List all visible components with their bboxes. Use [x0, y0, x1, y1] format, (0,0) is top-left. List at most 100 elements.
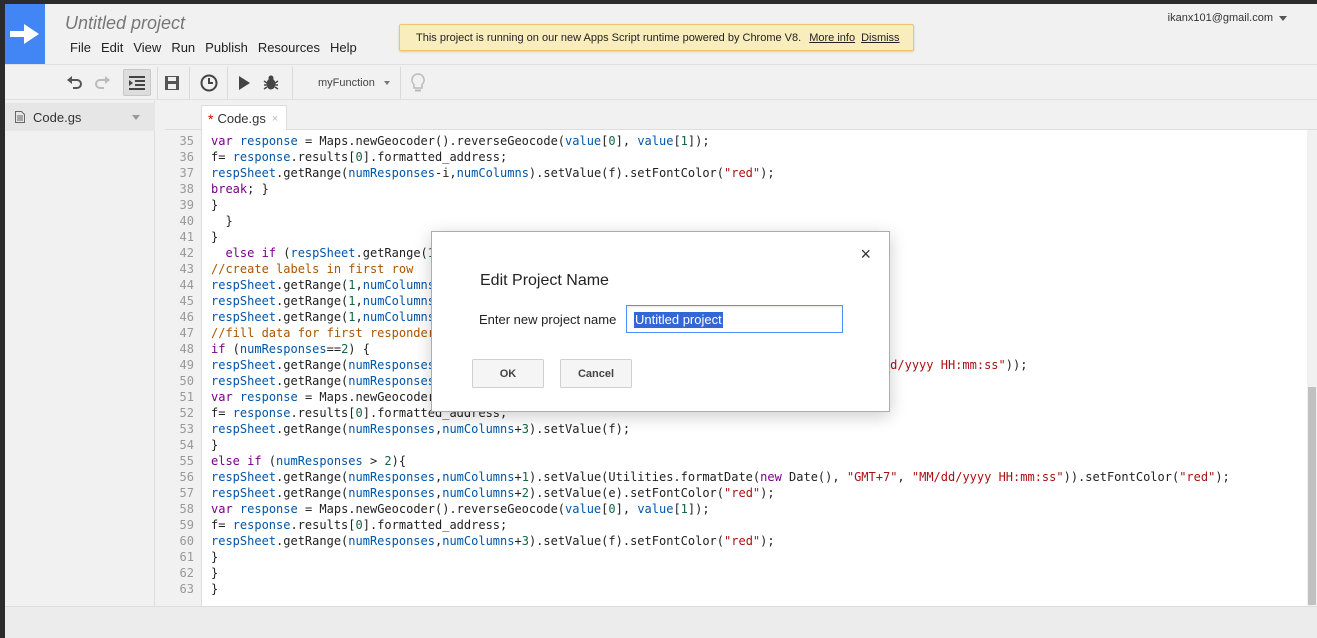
- undo-icon: [67, 75, 82, 89]
- line-number: 46: [179, 310, 194, 324]
- undo-button[interactable]: [63, 69, 87, 96]
- indent-icon: [129, 75, 145, 90]
- clock-icon: [200, 74, 218, 91]
- file-sidebar: Code.gs: [5, 101, 155, 606]
- debug-button[interactable]: [260, 69, 282, 96]
- code-line[interactable]: 61}: [165, 549, 1305, 565]
- status-bar: [5, 606, 1317, 638]
- close-icon[interactable]: ×: [860, 244, 871, 264]
- line-number: 35: [179, 134, 194, 148]
- code-line[interactable]: 39}: [165, 197, 1305, 213]
- code-text: //fill data for first responder: [211, 326, 435, 340]
- apps-script-logo[interactable]: [5, 4, 45, 64]
- code-text: }: [211, 214, 233, 228]
- code-text: if (numResponses==2) {: [211, 342, 370, 356]
- document-icon: [15, 111, 25, 123]
- project-name-input[interactable]: [626, 305, 843, 333]
- line-number: 40: [179, 214, 194, 228]
- function-select[interactable]: myFunction: [298, 69, 396, 96]
- line-number: 37: [179, 166, 194, 180]
- line-number: 36: [179, 150, 194, 164]
- menu-edit[interactable]: Edit: [96, 40, 128, 55]
- code-text: }: [211, 438, 219, 452]
- code-line[interactable]: 62}: [165, 565, 1305, 581]
- toolbar-separator: [189, 67, 190, 99]
- edit-project-name-dialog: × Edit Project Name Enter new project na…: [431, 231, 890, 412]
- code-line[interactable]: 55 else if (numResponses > 2){: [165, 453, 1305, 469]
- code-line[interactable]: 35 var response = Maps.newGeocoder().reve…: [165, 133, 1305, 149]
- code-line[interactable]: 59 f= response.results[0].formatted_addre…: [165, 517, 1305, 533]
- cancel-button[interactable]: Cancel: [560, 359, 632, 388]
- code-line[interactable]: 38 break; }: [165, 181, 1305, 197]
- editor-scrollbar[interactable]: [1307, 130, 1317, 606]
- account-email: ikanx101@gmail.com: [1167, 12, 1273, 24]
- editor-tabbar: * Code.gs ×: [165, 101, 1317, 131]
- line-number: 50: [179, 374, 194, 388]
- chevron-down-icon: [384, 81, 390, 85]
- code-line[interactable]: 36 f= response.results[0].formatted_addre…: [165, 149, 1305, 165]
- tab-code-gs[interactable]: * Code.gs ×: [201, 105, 288, 131]
- line-number: 53: [179, 422, 194, 436]
- menu-resources[interactable]: Resources: [253, 40, 325, 55]
- redo-icon: [95, 75, 110, 89]
- save-button[interactable]: [161, 69, 183, 96]
- project-title[interactable]: Untitled project: [65, 13, 185, 34]
- account-menu[interactable]: ikanx101@gmail.com: [1168, 12, 1287, 24]
- chevron-down-icon[interactable]: [132, 115, 140, 120]
- code-line[interactable]: 37 respSheet.getRange(numResponses-i,numC…: [165, 165, 1305, 181]
- project-name-label: Enter new project name: [479, 312, 617, 327]
- code-text: respSheet.getRange(numResponses,numColum…: [211, 470, 1230, 484]
- close-icon[interactable]: ×: [272, 113, 278, 125]
- menu-file[interactable]: File: [65, 40, 96, 55]
- line-number: 43: [179, 262, 194, 276]
- code-line[interactable]: 56 respSheet.getRange(numResponses,numCol…: [165, 469, 1305, 485]
- code-text: break; }: [211, 182, 269, 196]
- line-number: 49: [179, 358, 194, 372]
- code-line[interactable]: 60 respSheet.getRange(numResponses,numCol…: [165, 533, 1305, 549]
- scrollbar-thumb[interactable]: [1308, 387, 1316, 605]
- menu-run[interactable]: Run: [166, 40, 200, 55]
- line-number: 59: [179, 518, 194, 532]
- line-number: 44: [179, 278, 194, 292]
- line-number: 63: [179, 582, 194, 596]
- hint-button[interactable]: [407, 69, 429, 96]
- indent-toggle-button[interactable]: [123, 69, 151, 96]
- ok-button[interactable]: OK: [472, 359, 544, 388]
- line-number: 41: [179, 230, 194, 244]
- code-line[interactable]: 53 respSheet.getRange(numResponses,numCol…: [165, 421, 1305, 437]
- menu-view[interactable]: View: [128, 40, 166, 55]
- toolbar-separator: [157, 67, 158, 99]
- line-number: 57: [179, 486, 194, 500]
- menu-publish[interactable]: Publish: [200, 40, 253, 55]
- code-text: respSheet.getRange(1,numColumns: [211, 278, 435, 292]
- more-info-link[interactable]: More info: [809, 32, 855, 44]
- run-button[interactable]: [233, 69, 255, 96]
- line-number: 54: [179, 438, 194, 452]
- triggers-button[interactable]: [197, 69, 221, 96]
- code-line[interactable]: 57 respSheet.getRange(numResponses,numCol…: [165, 485, 1305, 501]
- line-number: 38: [179, 182, 194, 196]
- notice-message: This project is running on our new Apps …: [416, 31, 802, 44]
- save-icon: [165, 75, 179, 90]
- code-text: }: [211, 566, 219, 580]
- code-line[interactable]: 54}: [165, 437, 1305, 453]
- code-line[interactable]: 40 }: [165, 213, 1305, 229]
- code-text: respSheet.getRange(numResponses,numColum…: [211, 534, 775, 548]
- code-text: }: [211, 582, 219, 596]
- sidebar-file-code-gs[interactable]: Code.gs: [5, 103, 155, 131]
- dismiss-link[interactable]: Dismiss: [861, 32, 900, 44]
- line-number: 55: [179, 454, 194, 468]
- chevron-down-icon: [1279, 15, 1287, 21]
- function-select-value: myFunction: [318, 76, 375, 89]
- play-icon: [239, 75, 250, 90]
- code-text: f= response.results[0].formatted_address…: [211, 150, 508, 164]
- code-text: }: [211, 198, 219, 212]
- code-line[interactable]: 63}: [165, 581, 1305, 597]
- code-text: respSheet.getRange(numResponses: [211, 374, 435, 388]
- menu-help[interactable]: Help: [325, 40, 362, 55]
- toolbar-separator: [292, 67, 293, 99]
- line-number: 48: [179, 342, 194, 356]
- redo-button[interactable]: [90, 69, 114, 96]
- line-number: 51: [179, 390, 194, 404]
- code-line[interactable]: 58 var response = Maps.newGeocoder().reve…: [165, 501, 1305, 517]
